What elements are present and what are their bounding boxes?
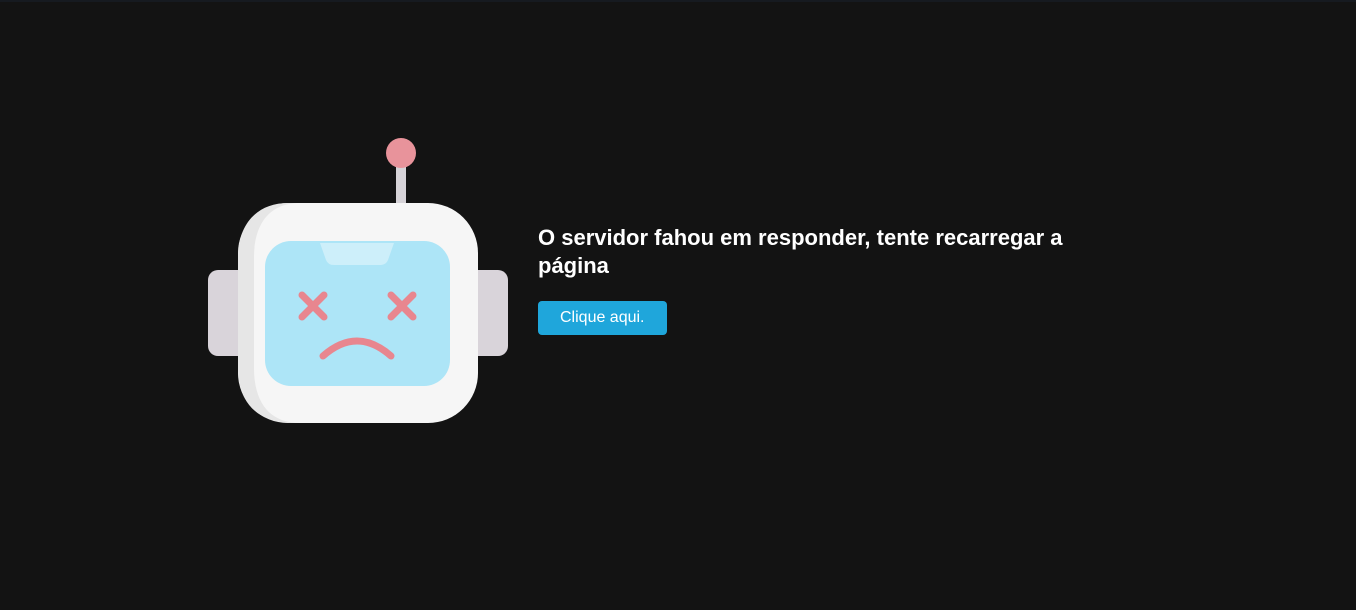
error-message: O servidor fahou em responder, tente rec… xyxy=(538,225,1063,278)
antenna-ball-icon xyxy=(386,138,416,168)
reload-button[interactable]: Clique aqui. xyxy=(538,301,667,335)
error-panel: O servidor fahou em responder, tente rec… xyxy=(538,224,1158,335)
top-border xyxy=(0,0,1356,2)
screen-highlight xyxy=(320,243,394,265)
sad-robot-icon xyxy=(208,138,508,423)
error-page: O servidor fahou em responder, tente rec… xyxy=(0,0,1356,610)
